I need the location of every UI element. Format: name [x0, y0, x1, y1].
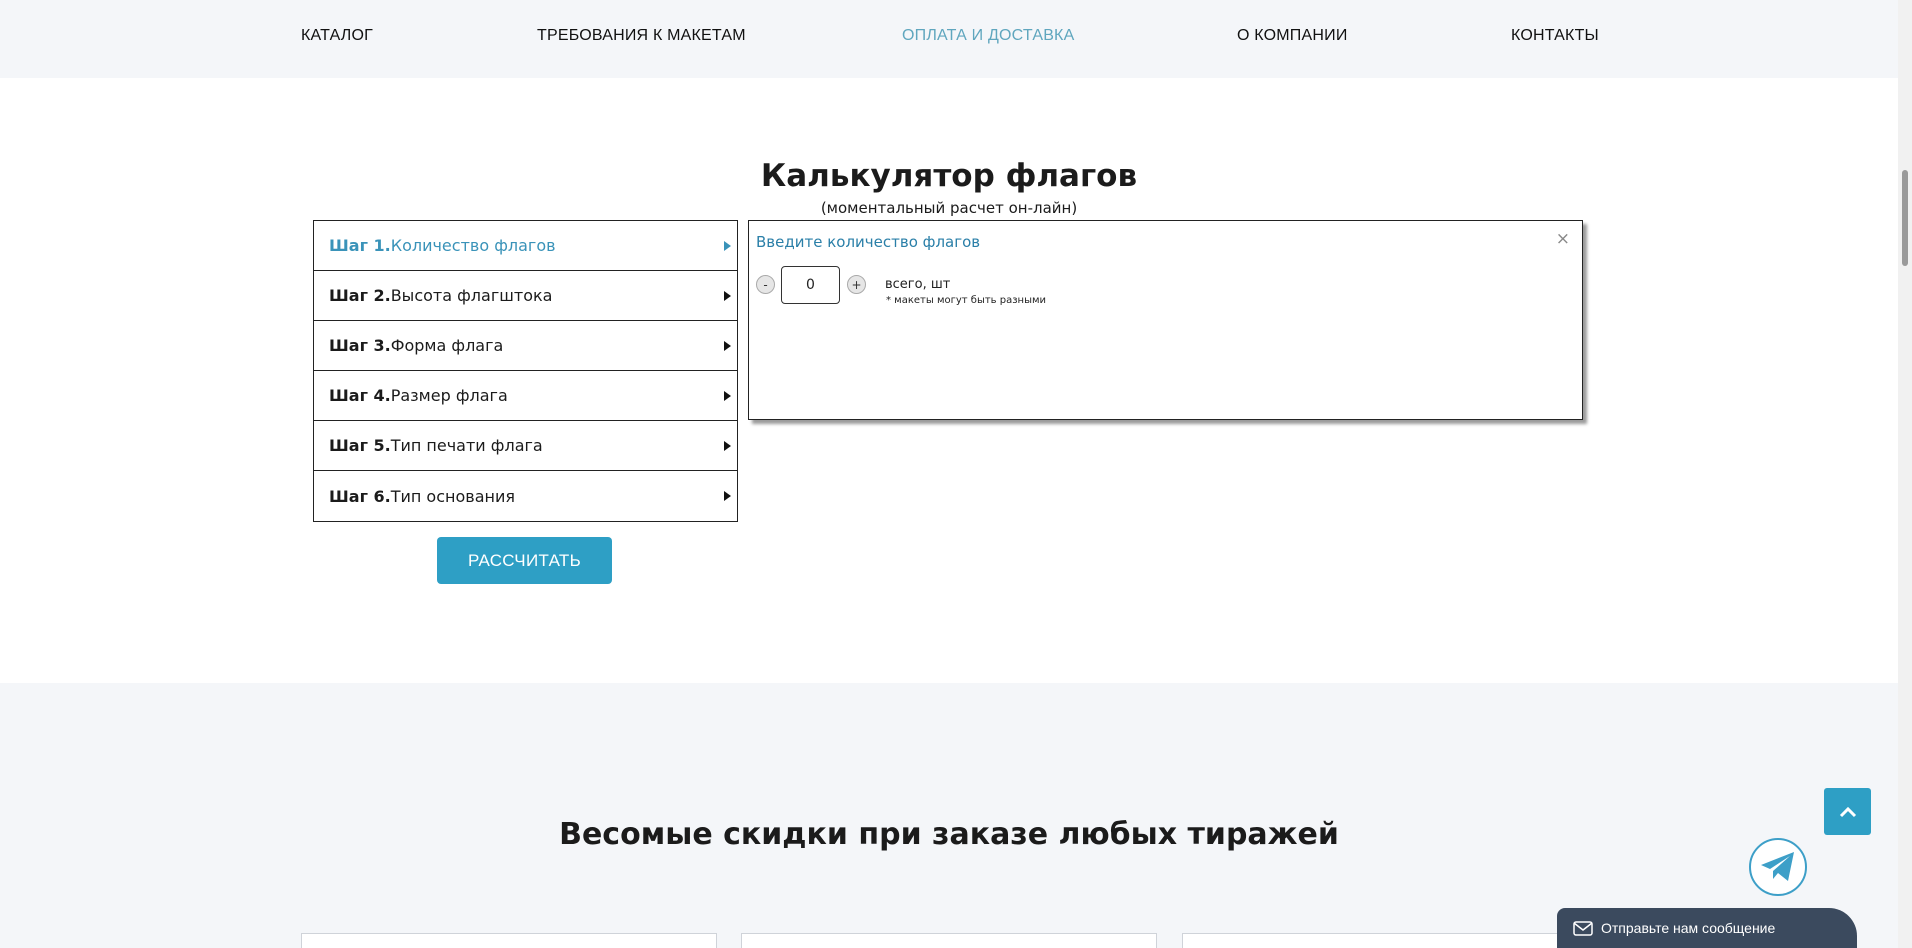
panel-title: Введите количество флагов [756, 233, 981, 251]
increment-button[interactable]: + [847, 275, 866, 294]
discount-card [741, 933, 1157, 948]
step-label: Количество флагов [390, 236, 556, 255]
step-label: Размер флага [390, 386, 508, 405]
step-quantity[interactable]: Шаг 1. Количество флагов [314, 221, 737, 271]
telegram-icon [1761, 852, 1794, 881]
scrollbar-thumb[interactable] [1902, 170, 1908, 266]
chevron-up-icon [1839, 806, 1856, 817]
discount-card [1182, 933, 1598, 948]
send-message-bar[interactable]: Отправьте нам сообщение [1557, 908, 1857, 948]
calculate-button[interactable]: РАССЧИТАТЬ [437, 537, 612, 584]
step-number: Шаг 4. [329, 386, 391, 405]
step-number: Шаг 6. [329, 486, 391, 506]
calculator-steps: Шаг 1. Количество флагов Шаг 2. Высота фла… [313, 220, 738, 522]
nav-contacts[interactable]: КОНТАКТЫ [1511, 27, 1599, 45]
step-print-type[interactable]: Шаг 5. Тип печати флага [314, 421, 737, 471]
step-label: Тип печати флага [390, 436, 543, 455]
step-flagpole-height[interactable]: Шаг 2. Высота флагштока [314, 271, 737, 321]
close-icon[interactable]: × [1556, 229, 1570, 249]
arrow-right-icon [724, 491, 731, 501]
arrow-right-icon [724, 241, 731, 251]
step-label: Форма флага [390, 336, 504, 355]
step-label: Высота флагштока [390, 286, 553, 305]
decrement-button[interactable]: - [756, 275, 775, 294]
nav-layout-requirements[interactable]: ТРЕБОВАНИЯ К МАКЕТАМ [537, 27, 746, 45]
top-navigation: КАТАЛОГ ТРЕБОВАНИЯ К МАКЕТАМ ОПЛАТА И ДО… [0, 0, 1898, 78]
discounts-title: Весомые скидки при заказе любых тиражей [559, 817, 1339, 852]
calculator-title: Калькулятор флагов [760, 158, 1138, 194]
nav-payment-delivery[interactable]: ОПЛАТА И ДОСТАВКА [902, 27, 1074, 45]
step-number: Шаг 2. [329, 286, 391, 305]
arrow-right-icon [724, 441, 731, 451]
quantity-input[interactable] [781, 266, 840, 304]
step-flag-size[interactable]: Шаг 4. Размер флага [314, 371, 737, 421]
step-label: Тип основания [390, 486, 515, 506]
nav-about-company[interactable]: О КОМПАНИИ [1237, 27, 1348, 45]
quantity-label: всего, шт [885, 277, 951, 292]
step-number: Шаг 5. [329, 436, 391, 455]
arrow-right-icon [724, 391, 731, 401]
send-message-label: Отправьте нам сообщение [1601, 920, 1776, 936]
step-flag-shape[interactable]: Шаг 3. Форма флага [314, 321, 737, 371]
scroll-to-top-button[interactable] [1824, 788, 1871, 835]
telegram-button[interactable] [1749, 838, 1807, 896]
arrow-right-icon [724, 341, 731, 351]
step-base-type[interactable]: Шаг 6. Тип основания [314, 471, 737, 521]
quantity-panel: Введите количество флагов × - + всего, ш… [748, 220, 1583, 420]
arrow-right-icon [724, 291, 731, 301]
mail-icon [1573, 920, 1593, 936]
discount-card [301, 933, 717, 948]
quantity-note: * макеты могут быть разными [886, 295, 1047, 306]
calculator-subtitle: (моментальный расчет он-лайн) [820, 199, 1078, 217]
step-number: Шаг 3. [329, 336, 391, 355]
step-number: Шаг 1. [329, 236, 391, 255]
page-scrollbar[interactable] [1898, 0, 1912, 948]
nav-catalog[interactable]: КАТАЛОГ [301, 27, 373, 45]
